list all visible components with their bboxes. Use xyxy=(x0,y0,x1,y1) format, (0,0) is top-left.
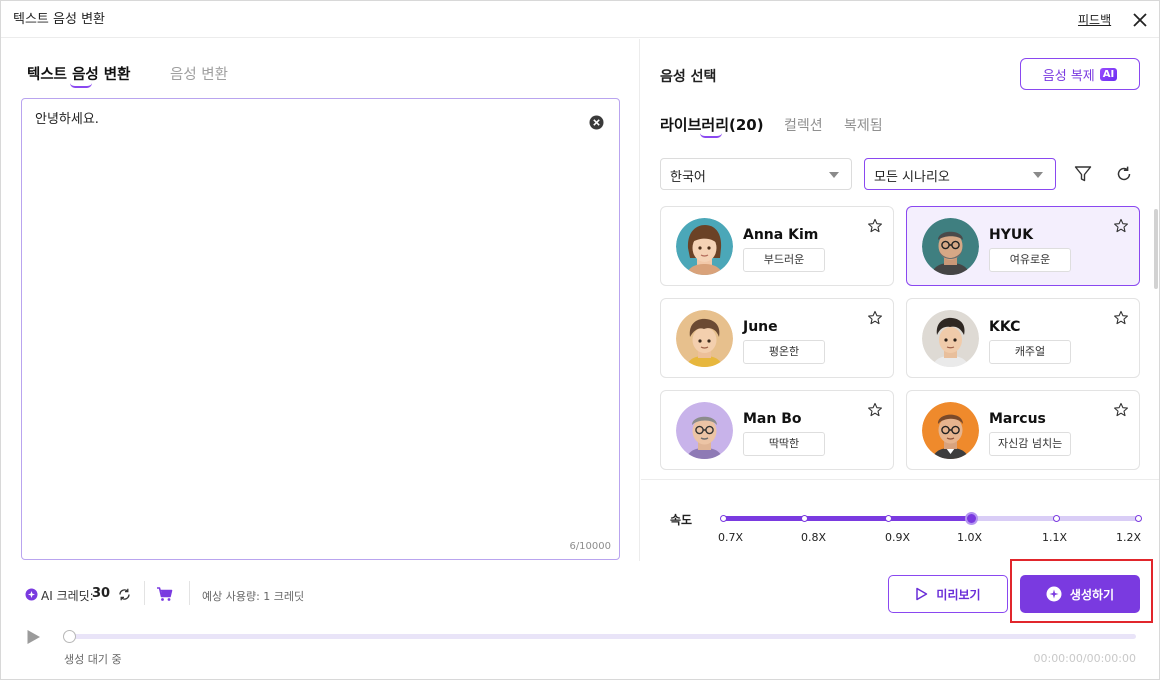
voice-tag: 평온한 xyxy=(743,340,825,364)
voice-card-grid: Anna Kim 부드러운 HYUK 여유로운 June 평온한 KKC 캐주얼… xyxy=(660,206,1146,474)
preview-button[interactable]: 미리보기 xyxy=(888,575,1008,613)
voice-select-panel: 음성 선택 음성 복제 AI 라이브러리(20) 컬렉션 복제됨 한국어 모든 … xyxy=(641,39,1159,561)
title-bar: 텍스트 음성 변환 피드백 xyxy=(1,1,1159,38)
expected-usage: 예상 사용량: 1 크레딧 xyxy=(202,590,305,603)
tab-voice-conversion[interactable]: 음성 변환 xyxy=(170,63,228,84)
play-outline-icon xyxy=(916,587,928,601)
star-icon[interactable] xyxy=(1113,402,1129,418)
avatar xyxy=(922,218,979,275)
avatar xyxy=(922,310,979,367)
voice-tag: 여유로운 xyxy=(989,248,1071,272)
clear-text-icon[interactable] xyxy=(589,115,604,130)
preview-label: 미리보기 xyxy=(936,587,981,602)
speed-tick-label: 0.7X xyxy=(718,531,744,544)
voice-card-kkc[interactable]: KKC 캐주얼 xyxy=(906,298,1140,378)
divider xyxy=(189,581,190,605)
close-icon[interactable] xyxy=(1129,9,1151,31)
star-icon[interactable] xyxy=(867,310,883,326)
voice-tag: 캐주얼 xyxy=(989,340,1071,364)
speed-step-dot xyxy=(801,515,808,522)
text-input-value[interactable]: 안녕하세요. xyxy=(35,108,99,127)
avatar xyxy=(676,218,733,275)
speed-tick-label: 1.2X xyxy=(1116,531,1142,544)
speed-slider[interactable] xyxy=(720,512,1142,525)
ai-credit-icon xyxy=(25,588,38,601)
text-input-panel: 텍스트 음성 변환 음성 변환 안녕하세요. 6/10000 xyxy=(1,39,640,561)
voice-name: KKC xyxy=(989,319,1021,335)
app-title: 텍스트 음성 변환 xyxy=(13,12,105,27)
language-select[interactable]: 한국어 xyxy=(660,158,852,190)
voice-name: Anna Kim xyxy=(743,227,819,243)
tab-library[interactable]: 라이브러리(20) xyxy=(660,114,764,135)
tab-text-to-speech[interactable]: 텍스트 음성 변환 xyxy=(27,63,130,84)
divider xyxy=(144,581,145,605)
avatar xyxy=(676,402,733,459)
voice-card-hyuk[interactable]: HYUK 여유로운 xyxy=(906,206,1140,286)
speed-slider-thumb[interactable] xyxy=(965,512,978,525)
speed-step-dot xyxy=(720,515,727,522)
ai-badge: AI xyxy=(1099,67,1118,81)
library-tab-indicator xyxy=(700,133,722,138)
scenario-select-value: 모든 시나리오 xyxy=(874,170,950,185)
sparkle-icon xyxy=(1046,586,1062,602)
tab-collection[interactable]: 컬렉션 xyxy=(784,115,823,135)
tts-window: 텍스트 음성 변환 피드백 텍스트 음성 변환 음성 변환 안녕하세요. 6/1… xyxy=(0,0,1160,680)
speed-tick-label: 0.9X xyxy=(885,531,911,544)
voice-card-june[interactable]: June 평온한 xyxy=(660,298,894,378)
text-input-area[interactable]: 안녕하세요. 6/10000 xyxy=(21,98,620,560)
chevron-down-icon xyxy=(829,172,839,178)
ai-credit-value: 30 xyxy=(92,586,111,601)
voice-card-man-bo[interactable]: Man Bo 딱딱한 xyxy=(660,390,894,470)
speed-tick-label: 1.1X xyxy=(1042,531,1068,544)
voice-name: Man Bo xyxy=(743,411,802,427)
voice-tag: 딱딱한 xyxy=(743,432,825,456)
chevron-down-icon xyxy=(1033,172,1043,178)
playback-time: 00:00:00/00:00:00 xyxy=(1033,652,1136,665)
speed-tick-label: 1.0X xyxy=(957,531,983,544)
speed-step-dot xyxy=(1135,515,1142,522)
generate-button[interactable]: 생성하기 xyxy=(1020,575,1140,613)
refresh-icon[interactable] xyxy=(1114,164,1134,184)
voice-clone-button[interactable]: 음성 복제 AI xyxy=(1020,58,1140,90)
language-select-value: 한국어 xyxy=(670,170,706,185)
avatar xyxy=(922,402,979,459)
speed-step-dot xyxy=(885,515,892,522)
active-tab-indicator xyxy=(70,83,92,88)
playback-knob[interactable] xyxy=(63,630,76,643)
playback-progress[interactable] xyxy=(63,630,1136,643)
cart-icon[interactable] xyxy=(156,586,173,602)
scenario-select[interactable]: 모든 시나리오 xyxy=(864,158,1056,190)
speed-control: 속도 0.7X 0.8X 0.9X 1.0X 1.1X 1.2X xyxy=(641,479,1159,561)
feedback-link[interactable]: 피드백 xyxy=(1078,11,1111,28)
speed-label: 속도 xyxy=(670,513,693,527)
generate-label: 생성하기 xyxy=(1069,587,1115,602)
star-icon[interactable] xyxy=(1113,310,1129,326)
speed-slider-fill xyxy=(721,516,973,521)
star-icon[interactable] xyxy=(867,402,883,418)
generation-status: 생성 대기 중 xyxy=(64,653,122,666)
star-icon[interactable] xyxy=(867,218,883,234)
voice-select-title: 음성 선택 xyxy=(660,69,717,85)
voice-list-scrollbar[interactable] xyxy=(1154,209,1158,289)
voice-card-anna-kim[interactable]: Anna Kim 부드러운 xyxy=(660,206,894,286)
voice-card-marcus[interactable]: Marcus 자신감 넘치는 xyxy=(906,390,1140,470)
voice-name: June xyxy=(743,319,778,335)
tab-cloned[interactable]: 복제됨 xyxy=(844,115,883,135)
ai-credit-label: AI 크레딧: xyxy=(41,589,94,603)
refresh-icon[interactable] xyxy=(117,587,132,602)
bottom-bar: AI 크레딧: 30 예상 사용량: 1 크레딧 미리보기 생성하기 생성 대기… xyxy=(1,559,1159,680)
filter-icon[interactable] xyxy=(1073,164,1093,184)
speed-tick-label: 0.8X xyxy=(801,531,827,544)
speed-step-dot xyxy=(1053,515,1060,522)
voice-name: HYUK xyxy=(989,227,1034,243)
star-icon[interactable] xyxy=(1113,218,1129,234)
voice-tag: 부드러운 xyxy=(743,248,825,272)
character-count: 6/10000 xyxy=(569,541,611,552)
voice-name: Marcus xyxy=(989,411,1046,427)
avatar xyxy=(676,310,733,367)
play-icon[interactable] xyxy=(26,629,41,645)
voice-tag: 자신감 넘치는 xyxy=(989,432,1072,456)
voice-clone-label: 음성 복제 xyxy=(1042,68,1095,84)
